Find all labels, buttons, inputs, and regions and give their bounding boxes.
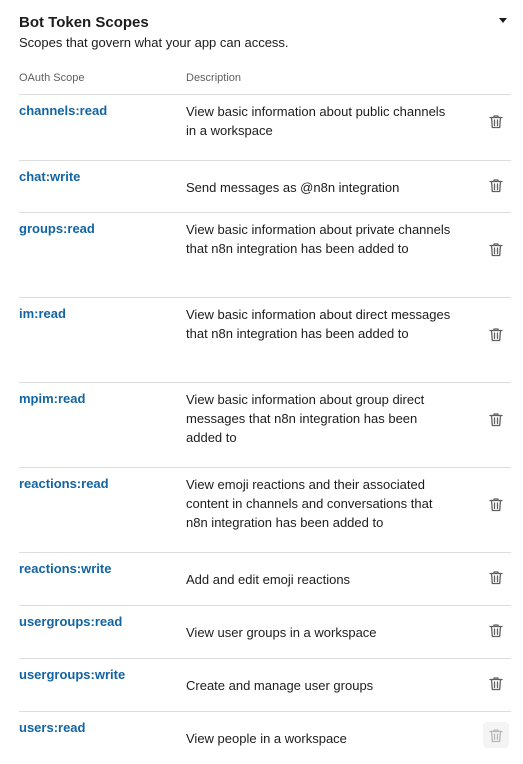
- scope-description: Send messages as @n8n integration: [186, 180, 400, 195]
- section-subtitle: Scopes that govern what your app can acc…: [19, 35, 289, 50]
- scope-description: View people in a workspace: [186, 731, 347, 746]
- scope-name[interactable]: reactions:read: [19, 475, 109, 493]
- scope-name[interactable]: chat:write: [19, 168, 80, 186]
- trash-icon[interactable]: [485, 408, 507, 430]
- scope-name[interactable]: groups:read: [19, 220, 95, 238]
- scope-description: Add and edit emoji reactions: [186, 572, 351, 587]
- scope-description: Create and manage user groups: [186, 678, 374, 693]
- table-row: usergroups:read View user groups in a wor…: [19, 606, 511, 659]
- scope-description: View emoji reactions and their associate…: [186, 477, 433, 530]
- table-row: channels:read View basic information abou…: [19, 95, 511, 161]
- scope-name[interactable]: usergroups:read: [19, 613, 122, 631]
- trash-icon[interactable]: [485, 238, 507, 260]
- table-row: reactions:read View emoji reactions and t…: [19, 468, 511, 553]
- caret-down-icon[interactable]: [499, 18, 507, 23]
- column-header-description: Description: [186, 72, 242, 84]
- scope-name[interactable]: im:read: [19, 305, 66, 323]
- scope-description: View basic information about private cha…: [186, 222, 451, 256]
- table-row: groups:read View basic information about …: [19, 213, 511, 298]
- scope-description: View basic information about direct mess…: [186, 307, 451, 341]
- scope-name[interactable]: reactions:write: [19, 560, 111, 578]
- scope-description: View basic information about public chan…: [186, 104, 446, 138]
- trash-icon[interactable]: [485, 174, 507, 196]
- trash-icon[interactable]: [485, 566, 507, 588]
- trash-icon[interactable]: [485, 672, 507, 694]
- table-body: channels:read View basic information abou…: [19, 95, 511, 764]
- trash-icon[interactable]: [485, 493, 507, 515]
- table-header: OAuth Scope Description: [19, 68, 511, 95]
- scope-name[interactable]: users:read: [19, 719, 85, 737]
- table-row: chat:write Send messages as @n8n integrat…: [19, 161, 511, 213]
- trash-icon[interactable]: [485, 323, 507, 345]
- table-row: reactions:write Add and edit emoji reacti…: [19, 553, 511, 606]
- table-row: users:read View people in a workspace: [19, 712, 511, 764]
- table-row: usergroups:write Create and manage user g…: [19, 659, 511, 712]
- trash-icon[interactable]: [485, 110, 507, 132]
- scope-name[interactable]: mpim:read: [19, 390, 85, 408]
- scope-description: View basic information about group direc…: [186, 392, 425, 445]
- table-row: mpim:read View basic information about gr…: [19, 383, 511, 468]
- trash-icon[interactable]: [485, 619, 507, 641]
- trash-icon[interactable]: [483, 722, 509, 748]
- scope-name[interactable]: channels:read: [19, 102, 107, 120]
- section-header: Bot Token Scopes Scopes that govern what…: [19, 12, 511, 52]
- scopes-table: OAuth Scope Description channels:read Vie…: [19, 68, 511, 764]
- section-title: Bot Token Scopes: [19, 14, 149, 31]
- scope-description: View user groups in a workspace: [186, 625, 377, 640]
- column-header-scope: OAuth Scope: [19, 72, 85, 84]
- scope-name[interactable]: usergroups:write: [19, 666, 125, 684]
- table-row: im:read View basic information about dire…: [19, 298, 511, 383]
